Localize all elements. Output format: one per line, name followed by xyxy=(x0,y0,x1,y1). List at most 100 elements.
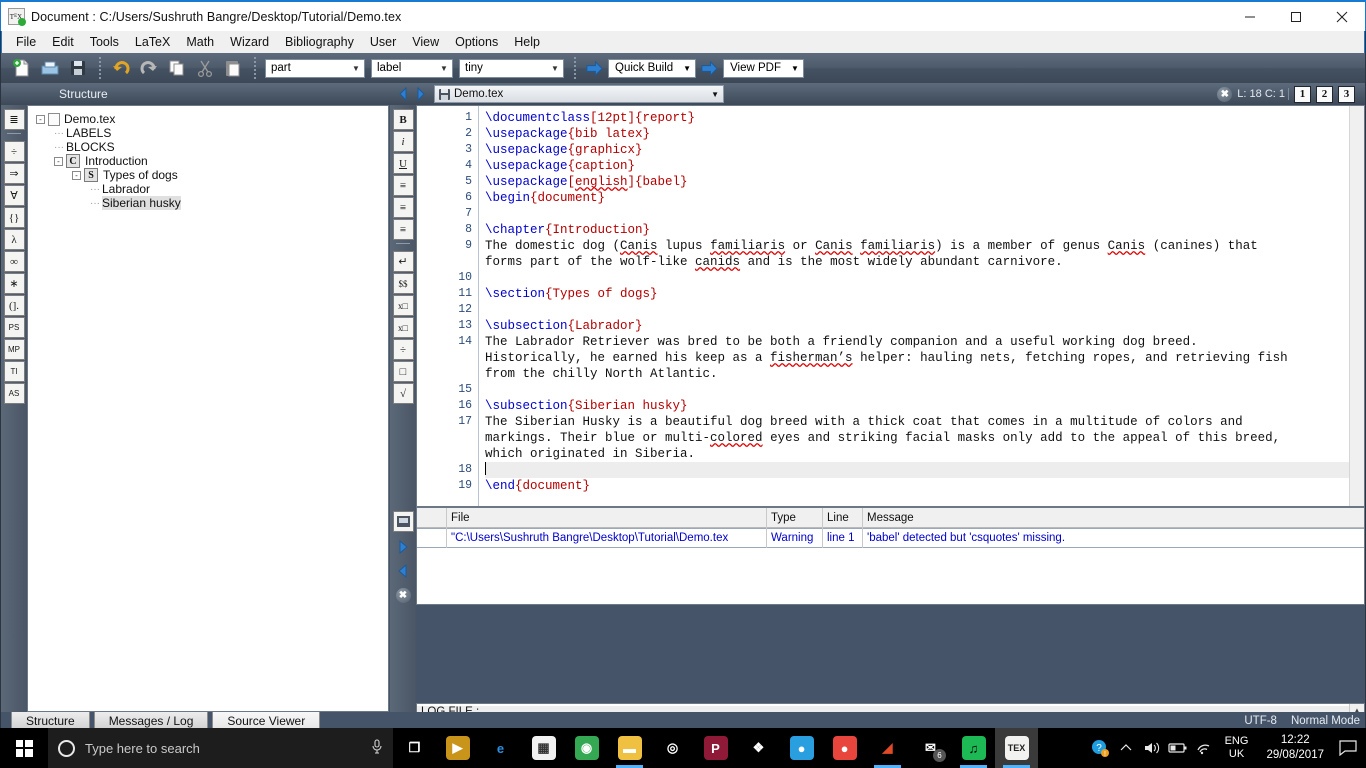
code-line[interactable]: \begin{document} xyxy=(485,190,1364,206)
structure-item-introduction[interactable]: - C Introduction xyxy=(36,154,388,168)
paste-icon[interactable] xyxy=(220,55,246,81)
tree-expander-icon[interactable]: - xyxy=(54,156,63,166)
sqrt-button[interactable]: √ xyxy=(392,383,414,404)
symbol-braces-icon[interactable]: {} xyxy=(3,207,25,228)
symbol-arrows-icon[interactable]: ⇒ xyxy=(3,163,25,184)
menu-wizard[interactable]: Wizard xyxy=(222,33,277,51)
code-line[interactable]: \usepackage[english]{babel} xyxy=(485,174,1364,190)
menu-options[interactable]: Options xyxy=(447,33,506,51)
volume-icon[interactable] xyxy=(1139,728,1165,768)
fraction-button[interactable]: ÷ xyxy=(392,339,414,360)
task-view-icon[interactable]: ❐ xyxy=(393,728,436,768)
menu-view[interactable]: View xyxy=(404,33,447,51)
microsoft-store-icon[interactable]: ▦ xyxy=(522,728,565,768)
align-center-button[interactable]: ≡ xyxy=(392,197,414,218)
labview-icon[interactable]: ▶ xyxy=(436,728,479,768)
menu-edit[interactable]: Edit xyxy=(44,33,82,51)
battery-icon[interactable] xyxy=(1165,728,1191,768)
cut-icon[interactable] xyxy=(192,55,218,81)
postscript-icon[interactable]: PS xyxy=(3,317,25,338)
wifi-icon[interactable] xyxy=(1191,728,1217,768)
structure-item-siberian-husky[interactable]: ··· Siberian husky xyxy=(36,196,388,210)
editor-tab-demo-tex[interactable]: Demo.tex ▼ xyxy=(434,85,724,103)
symbol-star-icon[interactable]: ∗ xyxy=(3,273,25,294)
prev-error-button[interactable] xyxy=(393,562,414,580)
code-line[interactable]: \section{Types of dogs} xyxy=(485,286,1364,302)
save-document-icon[interactable] xyxy=(65,55,91,81)
code-line[interactable]: from the chilly North Atlantic. xyxy=(485,366,1364,382)
view-mode-3-button[interactable]: 3 xyxy=(1338,85,1355,103)
next-document-button[interactable] xyxy=(412,84,430,104)
code-line[interactable]: \documentclass[12pt]{report} xyxy=(485,110,1364,126)
metapost-icon[interactable]: MP xyxy=(3,339,25,360)
asymptote-icon[interactable]: AS xyxy=(3,383,25,404)
microphone-icon[interactable] xyxy=(371,738,383,758)
code-line[interactable]: The Siberian Husky is a beautiful dog br… xyxy=(485,414,1364,430)
menu-math[interactable]: Math xyxy=(178,33,222,51)
opera-icon[interactable]: ◎ xyxy=(651,728,694,768)
editor-vertical-scrollbar[interactable] xyxy=(1349,106,1364,506)
structure-item-blocks[interactable]: ··· BLOCKS xyxy=(36,140,388,154)
label-select[interactable]: label ▼ xyxy=(371,58,453,78)
spotify-icon[interactable]: ♫ xyxy=(952,728,995,768)
table-row[interactable]: "C:\Users\Sushruth Bangre\Desktop\Tutori… xyxy=(417,528,1364,548)
structure-level-select[interactable]: part ▼ xyxy=(265,58,365,78)
menu-user[interactable]: User xyxy=(362,33,404,51)
code-line[interactable] xyxy=(485,302,1364,318)
code-line[interactable]: which originated in Siberia. xyxy=(485,446,1364,462)
symbol-greek-icon[interactable]: λ xyxy=(3,229,25,250)
structure-item-labels[interactable]: ··· LABELS xyxy=(36,126,388,140)
structure-item-demo-tex[interactable]: - Demo.tex xyxy=(36,112,388,126)
italic-button[interactable]: i xyxy=(392,131,414,152)
stacked-button[interactable]: □ xyxy=(392,361,414,382)
water-app-icon[interactable]: ● xyxy=(780,728,823,768)
clear-messages-button[interactable]: ✖ xyxy=(393,586,414,604)
chrome-browser-icon[interactable]: ● xyxy=(823,728,866,768)
notification-icon[interactable] xyxy=(1334,728,1362,768)
code-line[interactable]: \usepackage{caption} xyxy=(485,158,1364,174)
tree-expander-icon[interactable]: - xyxy=(72,170,81,180)
subscript-button[interactable]: x□ xyxy=(392,295,414,316)
edge-browser-icon[interactable]: e xyxy=(479,728,522,768)
underline-button[interactable]: U xyxy=(392,153,414,174)
bold-button[interactable]: B xyxy=(392,109,414,130)
code-editor[interactable]: 1 2 3 4 5 6 7 8 9 10 11 12 13 14 15 16 17 18 19 \documentc… xyxy=(416,105,1365,507)
code-line[interactable]: Historically, he earned his keep as a fi… xyxy=(485,350,1364,366)
quick-build-button[interactable]: Quick Build ▼ xyxy=(585,58,697,78)
align-right-button[interactable]: ≡ xyxy=(392,219,414,240)
code-line[interactable]: The Labrador Retriever was bred to be bo… xyxy=(485,334,1364,350)
code-line[interactable]: \usepackage{bib latex} xyxy=(485,126,1364,142)
code-line[interactable]: markings. Their blue or multi-colored ey… xyxy=(485,430,1364,446)
search-input[interactable]: Type here to search xyxy=(48,728,393,768)
language-indicator[interactable]: ENG UK xyxy=(1217,735,1257,761)
code-line[interactable]: \end{document} xyxy=(485,478,1364,494)
start-button[interactable] xyxy=(0,728,48,768)
log-view-icon[interactable] xyxy=(392,511,414,532)
newline-button[interactable]: ↵ xyxy=(392,251,414,272)
minimize-button[interactable] xyxy=(1227,1,1273,32)
menu-help[interactable]: Help xyxy=(506,33,548,51)
help-question-icon[interactable]: ?! xyxy=(1087,728,1113,768)
code-line[interactable] xyxy=(485,382,1364,398)
view-mode-2-button[interactable]: 2 xyxy=(1316,85,1333,103)
menu-bibliography[interactable]: Bibliography xyxy=(277,33,362,51)
menu-tools[interactable]: Tools xyxy=(82,33,127,51)
code-line[interactable] xyxy=(485,206,1364,222)
open-document-icon[interactable] xyxy=(37,55,63,81)
close-button[interactable] xyxy=(1319,1,1365,32)
structure-tree-panel[interactable]: - Demo.tex ··· LABELS ··· BLOCKS - C Introductio… xyxy=(27,105,389,712)
mail-icon[interactable]: ✉ 6 xyxy=(909,728,952,768)
symbol-list-icon[interactable]: ≣ xyxy=(3,109,25,130)
symbol-brackets-icon[interactable]: (]. xyxy=(3,295,25,316)
tripadvisor-icon[interactable]: ◉ xyxy=(565,728,608,768)
symbol-quantifier-icon[interactable]: ∀ xyxy=(3,185,25,206)
undo-icon[interactable] xyxy=(108,55,134,81)
chevron-down-icon[interactable]: ▼ xyxy=(711,90,719,99)
code-line[interactable]: \subsection{Labrador} xyxy=(485,318,1364,334)
align-left-button[interactable]: ≡ xyxy=(392,175,414,196)
code-line[interactable] xyxy=(485,462,1364,478)
symbol-operators-icon[interactable]: ÷ xyxy=(3,141,25,162)
texstudio-icon[interactable]: TEX xyxy=(995,728,1038,768)
menu-file[interactable]: File xyxy=(8,33,44,51)
redo-icon[interactable] xyxy=(136,55,162,81)
